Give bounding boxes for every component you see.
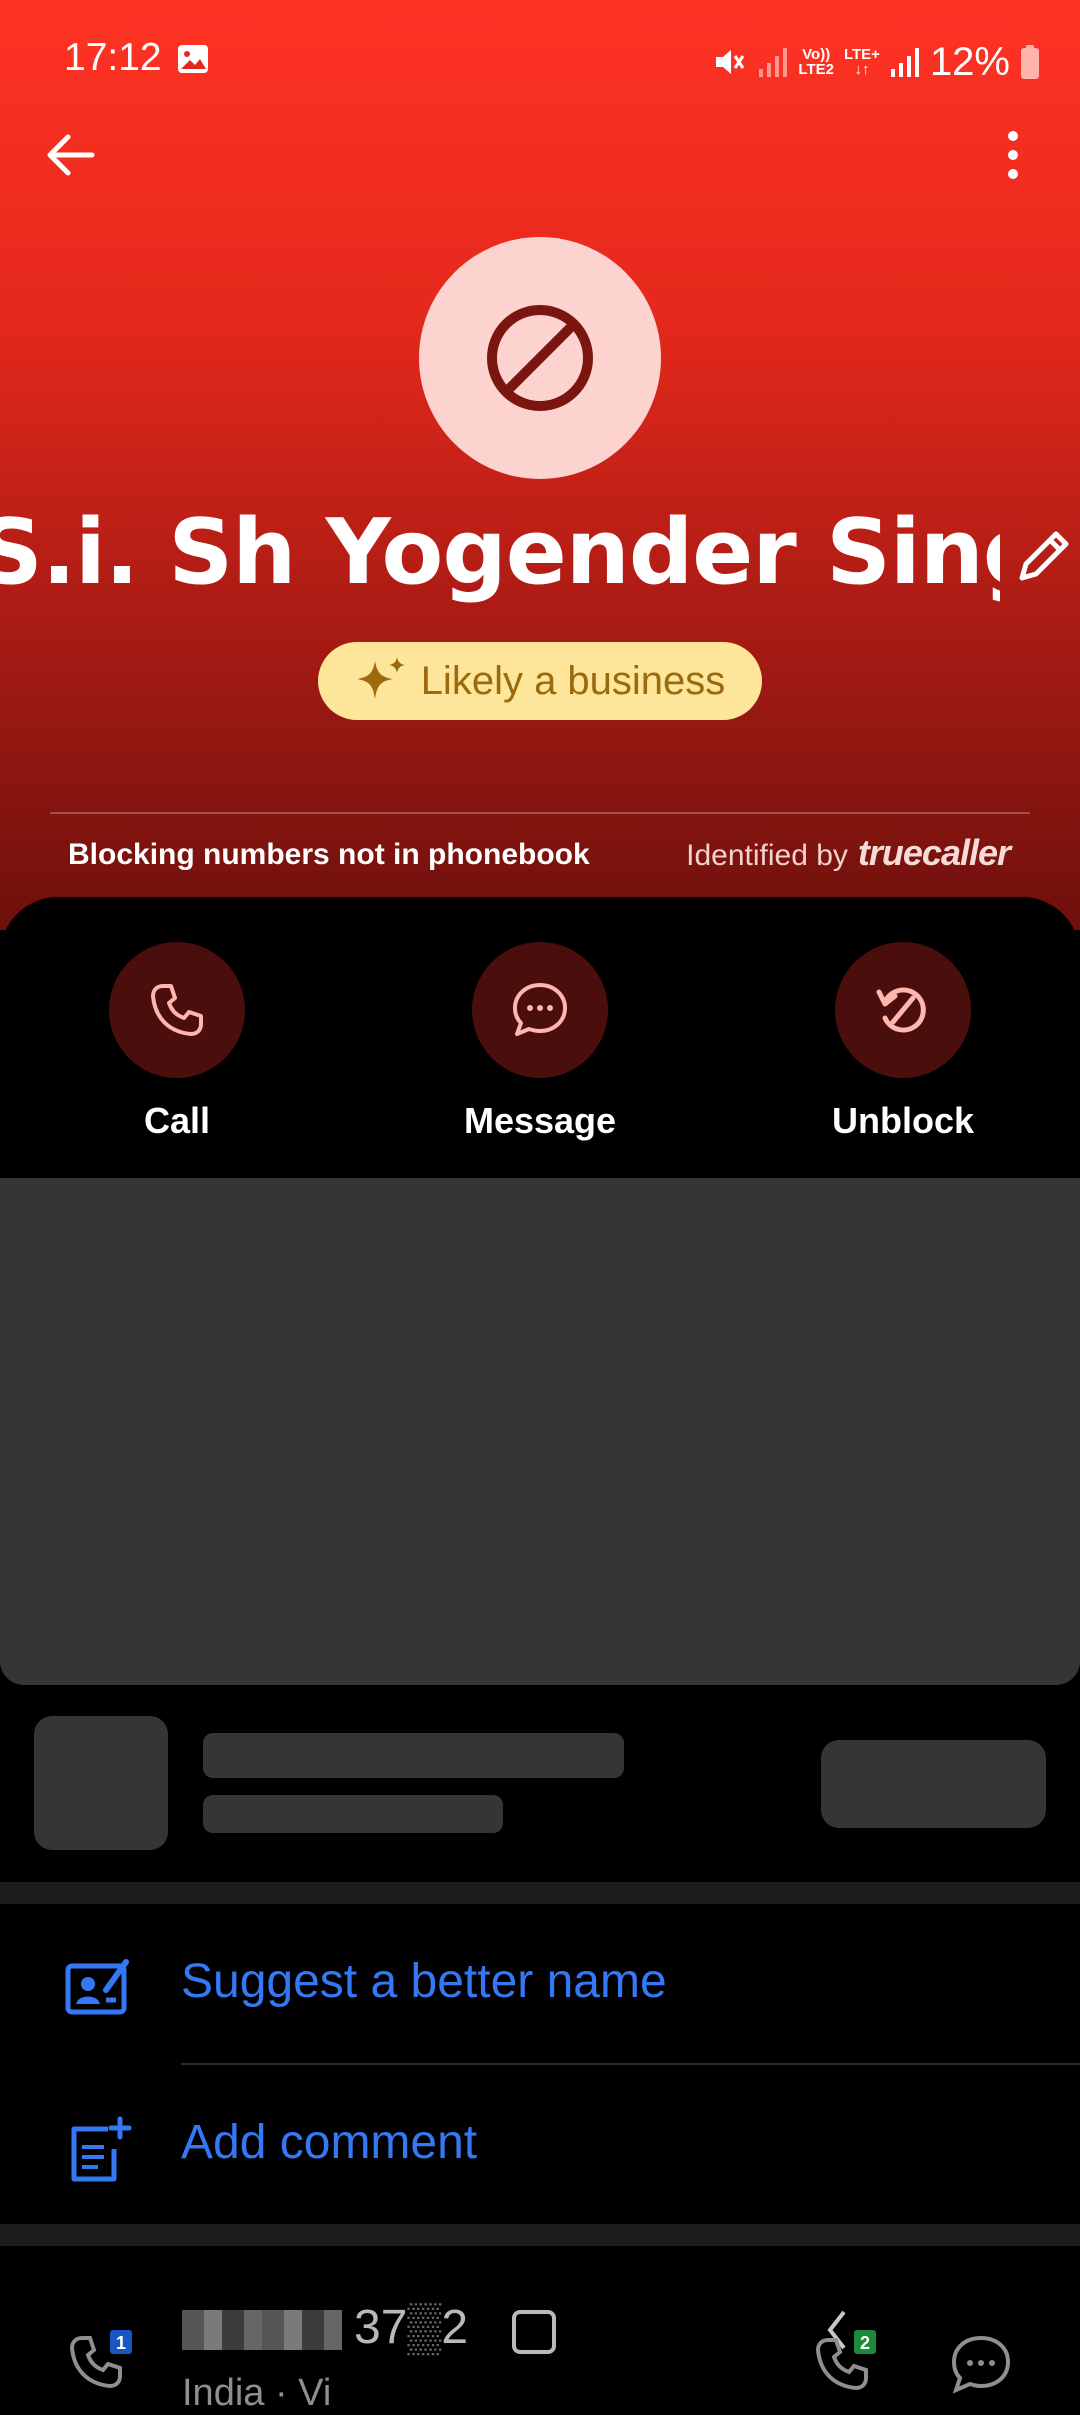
loading-thumbnail [34, 1716, 168, 1850]
signal-icon-sim1 [759, 48, 788, 77]
sim2-call-icon[interactable]: 2 [810, 2306, 890, 2400]
battery-icon [1021, 45, 1039, 79]
call-number: 37▒2 [354, 2301, 469, 2354]
likely-business-badge: Likely a business [318, 642, 762, 720]
message-icon[interactable] [946, 2330, 1016, 2400]
add-comment-icon [71, 2116, 132, 2182]
blocked-icon [487, 305, 593, 411]
call-label: Call [143, 1100, 211, 1141]
identified-by-label: Identified by [686, 839, 848, 872]
badge-label: Likely a business [420, 658, 726, 703]
contact-name: S.i. Sh Yogender Singh ( [0, 500, 1000, 605]
blocked-avatar [419, 237, 661, 479]
phone-icon [151, 984, 203, 1036]
loading-title [203, 1733, 624, 1778]
action-panel: Call Message Unblock [0, 897, 1080, 1177]
contact-name-container: S.i. Sh Yogender Singh ( [0, 500, 1000, 620]
gallery-icon [178, 45, 208, 73]
status-bar: 17:12 Vo)) LTE2 LTE+ ↓↑ 12% [0, 0, 1080, 120]
blocking-status-text: Blocking numbers not in phonebook [68, 838, 590, 871]
edit-pencil-icon[interactable] [1012, 522, 1072, 588]
suggest-name-row[interactable]: Suggest a better name [0, 1904, 1080, 2064]
contact-header: 17:12 Vo)) LTE2 LTE+ ↓↑ 12% S.i. Sh Yoge… [0, 0, 1080, 930]
ad-placeholder [0, 1178, 1080, 1685]
status-icons: Vo)) LTE2 LTE+ ↓↑ 12% [712, 32, 1040, 92]
truecaller-logo: truecaller [857, 832, 1011, 873]
suggest-name-icon [65, 1959, 129, 2015]
status-time: 17:12 [64, 36, 162, 79]
sparkle-icon [356, 657, 405, 699]
add-comment-label: Add comment [181, 2116, 478, 2169]
unblock-button[interactable] [835, 942, 971, 1078]
redacted-number [182, 2310, 342, 2350]
suggest-name-label: Suggest a better name [181, 1955, 667, 2008]
select-square-icon[interactable] [512, 2310, 556, 2354]
call-subtext: India · Vi [182, 2372, 332, 2414]
unblock-action[interactable]: Unblock [793, 942, 1013, 1142]
back-arrow-icon[interactable] [38, 122, 104, 188]
signal-icon-sim2 [890, 48, 919, 77]
identified-by: Identified by truecaller [686, 832, 1011, 874]
header-divider [50, 812, 1030, 814]
unblock-label: Unblock [831, 1100, 974, 1141]
message-label: Message [463, 1100, 617, 1141]
mute-icon [716, 50, 745, 74]
message-button[interactable] [472, 942, 608, 1078]
section-separator [0, 1882, 1080, 1904]
message-action[interactable]: Message [430, 942, 650, 1142]
sim1-badge: 1 [116, 2333, 126, 2353]
loading-subtitle [203, 1795, 503, 1833]
sim2-badge: 2 [860, 2333, 870, 2353]
battery-percent: 12% [929, 39, 1010, 84]
sim1-call-icon: 1 [69, 2330, 132, 2389]
section-separator [0, 2224, 1080, 2246]
loading-button [821, 1740, 1046, 1828]
unblock-icon [876, 987, 926, 1033]
network-label: Vo)) LTE2 [798, 46, 834, 78]
call-action[interactable]: Call [67, 942, 287, 1142]
lte-indicator: LTE+ ↓↑ [843, 46, 880, 78]
add-comment-row[interactable]: Add comment [0, 2065, 1080, 2225]
more-options-icon[interactable] [990, 122, 1036, 188]
call-button[interactable] [109, 942, 245, 1078]
chat-bubble-icon [513, 983, 567, 1036]
